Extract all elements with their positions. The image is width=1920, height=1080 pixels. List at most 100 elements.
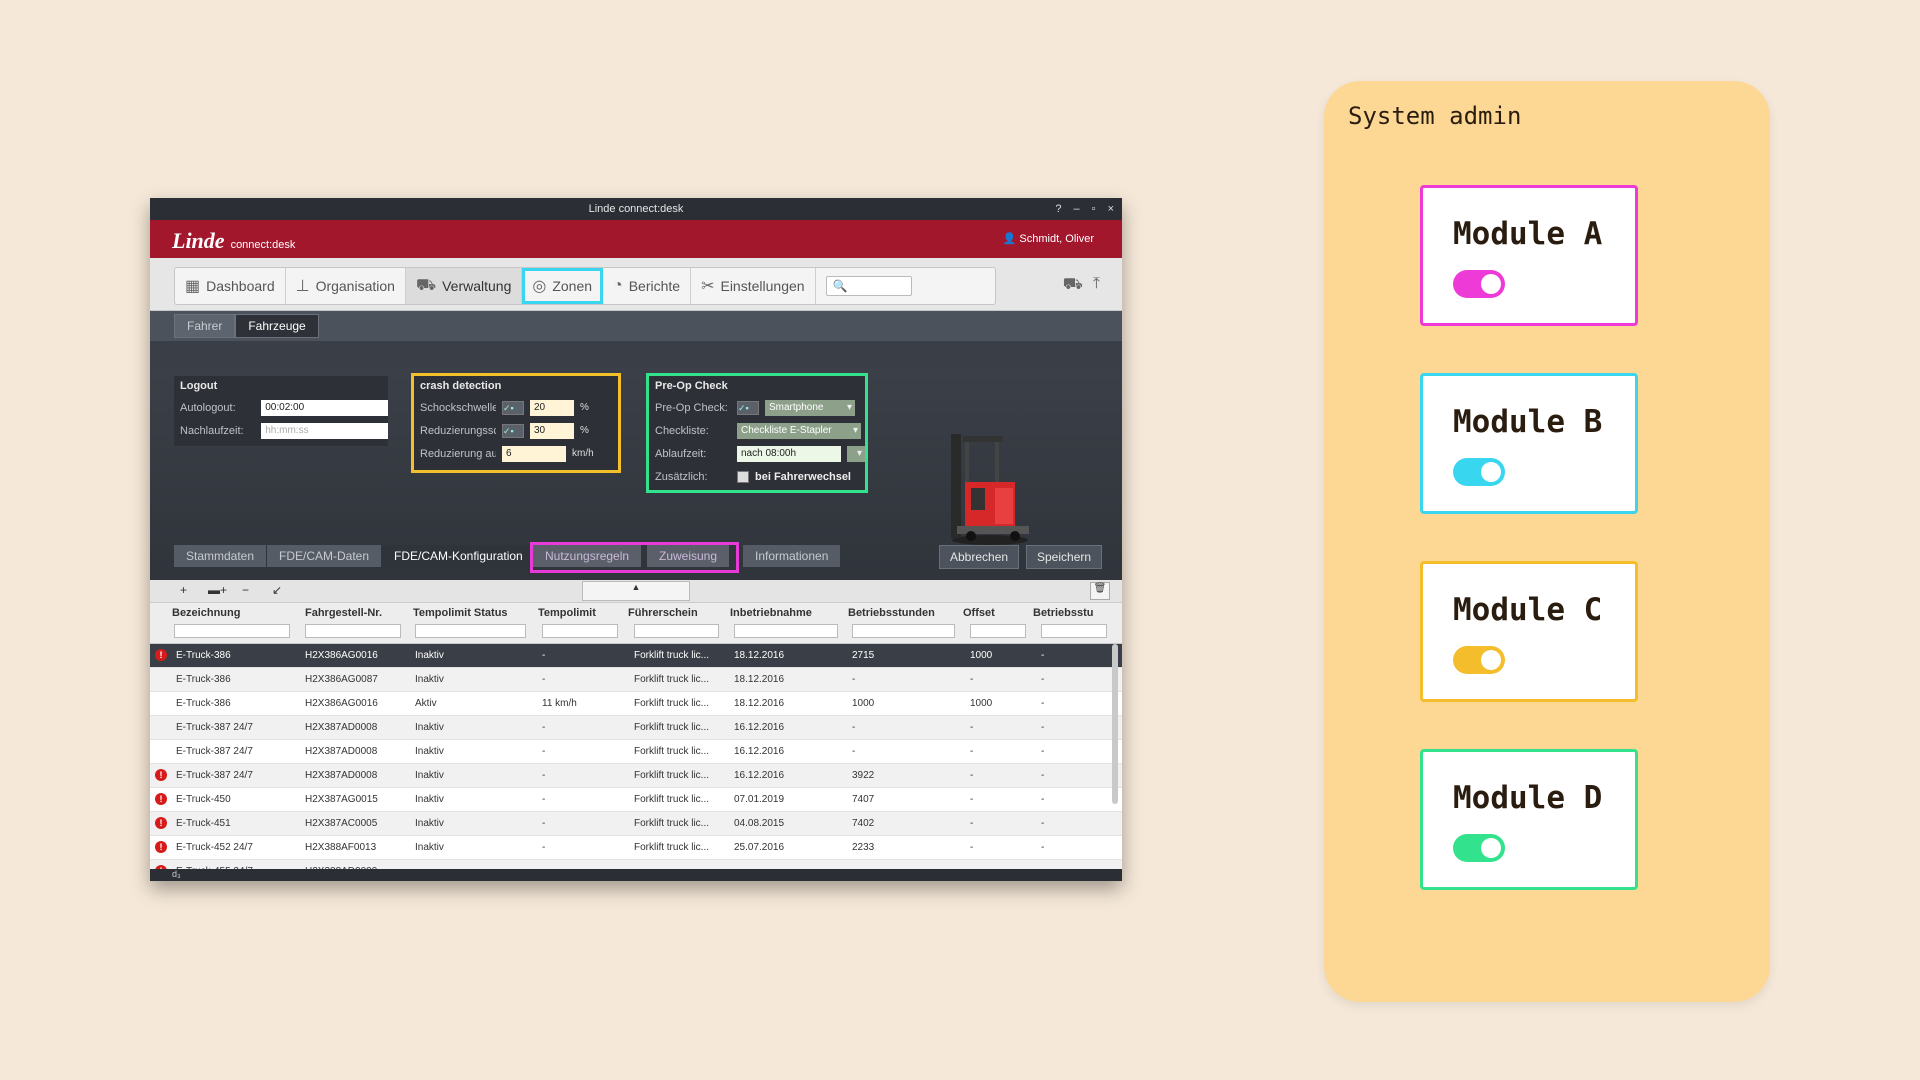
upload-icon[interactable]: ⤒ (1093, 275, 1100, 295)
filter-bezeichnung[interactable] (174, 624, 290, 638)
percent-unit: % (580, 402, 589, 413)
table-cell: 1000 (970, 650, 993, 661)
table-cell: Forklift truck lic... (634, 770, 710, 781)
col-tempolimit[interactable]: Tempolimit (538, 607, 618, 619)
reduzierungsschwelle-checkbox[interactable]: ✓▪ (502, 423, 524, 438)
tab-verwaltung[interactable]: ⛟ Verwaltung (405, 268, 523, 304)
table-cell: H2X387AD0008 (305, 722, 378, 733)
collapse-handle[interactable]: ▲ (582, 581, 690, 601)
save-button[interactable]: Speichern (1026, 545, 1103, 569)
table-cell: 16.12.2016 (734, 722, 785, 733)
vertical-scrollbar[interactable] (1112, 644, 1118, 804)
add-icon[interactable]: + (180, 583, 187, 597)
filter-tempolimit-status[interactable] (415, 624, 526, 638)
module-toggle[interactable] (1453, 458, 1505, 486)
toggle-knob (1481, 838, 1501, 858)
table-cell: - (970, 770, 974, 781)
checkliste-select[interactable]: Checkliste E-Stapler (737, 422, 861, 439)
ablaufzeit-label: Ablaufzeit: (655, 447, 707, 460)
reduzierung-auf-field[interactable]: 6 (502, 445, 566, 462)
ablaufzeit-field[interactable]: nach 08:00h (737, 445, 841, 462)
nachlaufzeit-field[interactable]: hh:mm:ss (261, 422, 388, 439)
system-admin-title: System admin (1348, 102, 1522, 130)
forklift-export-icon[interactable]: ⛟ (1063, 275, 1083, 295)
step-fde-cam-konfiguration[interactable]: FDE/CAM-Konfiguration (382, 545, 535, 567)
tools-icon: ✂ (701, 278, 715, 295)
user-icon: 👤 (1002, 233, 1017, 245)
edit-icon[interactable]: ↙ (272, 583, 282, 597)
tab-organisation[interactable]: ⊥ Organisation (286, 268, 406, 304)
col-inbetriebnahme[interactable]: Inbetriebnahme (730, 607, 835, 619)
tab-zonen[interactable]: ◎ Zonen (522, 268, 604, 304)
step-stammdaten[interactable]: Stammdaten (174, 545, 267, 567)
table-cell: H2X387AC0005 (305, 818, 378, 829)
module-toggle[interactable] (1453, 834, 1505, 862)
tab-berichte[interactable]: ◔ Berichte (603, 268, 692, 304)
filter-fahrgestell[interactable] (305, 624, 401, 638)
table-row[interactable]: E-Truck-387 24/7 H2X387AD0008 Inaktiv - Fork… (150, 740, 1122, 764)
fahrerwechsel-checkbox[interactable] (737, 470, 749, 483)
close-icon[interactable]: × (1108, 203, 1114, 215)
filter-fuehrerschein[interactable] (634, 624, 719, 638)
table-row[interactable]: ! E-Truck-450 H2X387AG0015 Inaktiv - Forklift… (150, 788, 1122, 812)
user-menu[interactable]: 👤 Schmidt, Oliver (1003, 232, 1094, 245)
remove-icon[interactable]: − (242, 583, 249, 597)
preop-check-label: Pre-Op Check: (655, 401, 728, 414)
table-cell: - (852, 746, 856, 757)
table-row[interactable]: ! E-Truck-451 H2X387AC0005 Inaktiv - Forklift… (150, 812, 1122, 836)
error-icon: ! (155, 817, 167, 829)
step-informationen[interactable]: Informationen (743, 545, 841, 567)
module-name: Module A (1453, 216, 1603, 252)
user-name: Schmidt, Oliver (1019, 233, 1094, 245)
subtab-fahrer[interactable]: Fahrer (174, 314, 236, 338)
help-icon[interactable]: ? (1055, 203, 1061, 215)
filter-inbetriebnahme[interactable] (734, 624, 838, 638)
add-multiple-icon[interactable]: ▬+ (208, 583, 227, 597)
table-cell: H2X386AG0016 (305, 698, 378, 709)
module-name: Module C (1453, 592, 1603, 628)
step-fde-cam-daten[interactable]: FDE/CAM-Daten (267, 545, 382, 567)
ablaufzeit-dropdown[interactable] (847, 445, 865, 462)
schockschwelle-field[interactable]: 20 (530, 399, 574, 416)
table-row[interactable]: E-Truck-386 H2X386AG0087 Inaktiv - Forklift … (150, 668, 1122, 692)
col-betriebsstu[interactable]: Betriebsstu (1033, 607, 1113, 619)
cancel-button[interactable]: Abbrechen (939, 545, 1020, 569)
reduzierungsschwelle-field[interactable]: 30 (530, 422, 574, 439)
table-cell: 2715 (852, 650, 875, 661)
subtab-fahrzeuge[interactable]: Fahrzeuge (235, 314, 319, 338)
col-fuehrerschein[interactable]: Führerschein (628, 607, 713, 619)
table-cell: 7402 (852, 818, 875, 829)
minimize-icon[interactable]: – (1074, 203, 1080, 215)
table-cell: Forklift truck lic... (634, 818, 710, 829)
table-row[interactable]: ! E-Truck-387 24/7 H2X387AD0008 Inaktiv - For… (150, 764, 1122, 788)
filter-betriebsstunden[interactable] (852, 624, 955, 638)
table-cell: Inaktiv (415, 650, 444, 661)
module-toggle[interactable] (1453, 270, 1505, 298)
schockschwelle-checkbox[interactable]: ✓▪ (502, 400, 524, 415)
error-icon: ! (155, 841, 167, 853)
preop-checkbox[interactable]: ✓▪ (737, 400, 759, 415)
col-offset[interactable]: Offset (963, 607, 1023, 619)
table-cell: - (1041, 674, 1045, 685)
tab-einstellungen[interactable]: ✂ Einstellungen (691, 268, 816, 304)
col-bezeichnung[interactable]: Bezeichnung (172, 607, 277, 619)
tab-dashboard[interactable]: ▦ Dashboard (175, 268, 286, 304)
table-row[interactable]: E-Truck-386 H2X386AG0016 Aktiv 11 km/h Forkl… (150, 692, 1122, 716)
col-betriebsstunden[interactable]: Betriebsstunden (848, 607, 948, 619)
table-row[interactable]: ! E-Truck-386 H2X386AG0016 Inaktiv - Forklift… (150, 644, 1122, 668)
col-tempolimit-status[interactable]: Tempolimit Status (413, 607, 528, 619)
search-input[interactable]: 🔍 (825, 276, 912, 296)
reduzierungsschwelle-label: Reduzierungssc...: (420, 424, 496, 437)
filter-betriebsstu[interactable] (1041, 624, 1107, 638)
maximize-icon[interactable]: ▫ (1092, 203, 1096, 215)
table-row[interactable]: ! E-Truck-452 24/7 H2X388AF0013 Inaktiv - For… (150, 836, 1122, 860)
table-cell: Inaktiv (415, 794, 444, 805)
preop-mode-select[interactable]: Smartphone (765, 399, 855, 416)
col-fahrgestell[interactable]: Fahrgestell-Nr. (305, 607, 400, 619)
autologout-field[interactable]: 00:02:00 (261, 399, 388, 416)
trash-icon[interactable]: 🗑 (1090, 582, 1110, 600)
filter-offset[interactable] (970, 624, 1026, 638)
table-row[interactable]: E-Truck-387 24/7 H2X387AD0008 Inaktiv - Fork… (150, 716, 1122, 740)
filter-tempolimit[interactable] (542, 624, 618, 638)
module-toggle[interactable] (1453, 646, 1505, 674)
